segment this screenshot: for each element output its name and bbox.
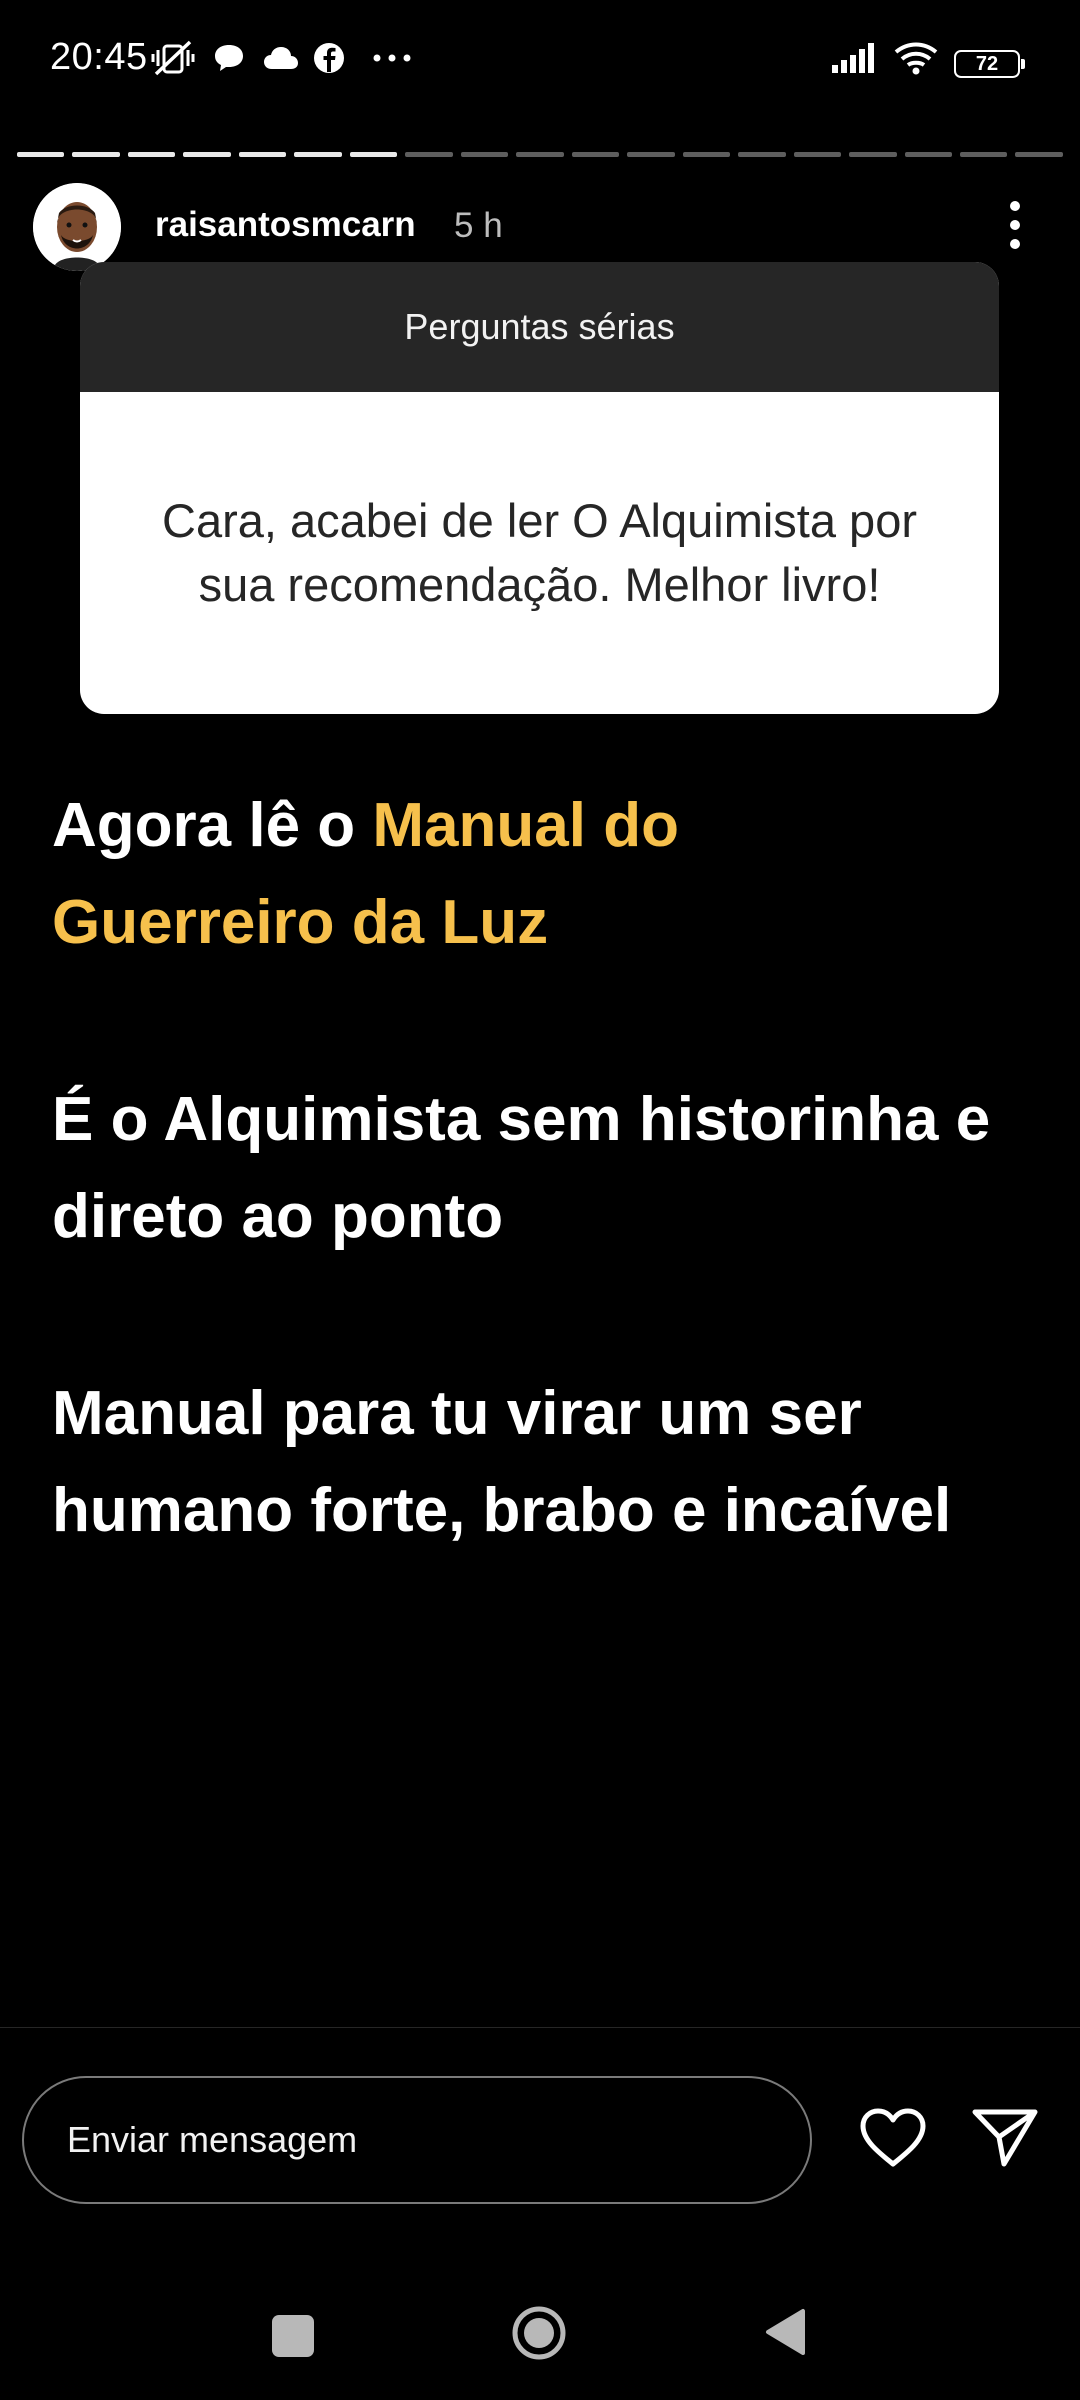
recents-icon[interactable]	[272, 2315, 314, 2357]
signal-icon	[830, 38, 880, 78]
story-progress-segment	[349, 152, 398, 157]
battery-level: 72	[975, 52, 999, 75]
wifi-icon	[892, 38, 940, 78]
home-icon[interactable]	[511, 2305, 567, 2361]
battery-icon: 72	[954, 44, 1025, 84]
cloud-icon	[262, 38, 300, 78]
story-progress-segment	[959, 152, 1008, 157]
story-progress-segment	[738, 152, 786, 157]
story-progress-segment	[571, 152, 620, 157]
story-text-prefix: Agora lê o	[52, 791, 373, 860]
story-progress-segment	[127, 152, 176, 157]
send-paper-plane-icon[interactable]	[970, 2104, 1040, 2170]
story-progress-segment	[516, 152, 564, 157]
status-time: 20:45	[50, 36, 148, 78]
chat-bubble-icon	[212, 38, 246, 78]
back-icon[interactable]	[763, 2307, 807, 2357]
story-time-ago: 5 h	[454, 206, 503, 245]
story-progress-segment	[238, 152, 287, 157]
story-progress-bar	[17, 152, 1063, 157]
more-dots-icon	[372, 38, 412, 78]
story-progress-segment	[17, 152, 65, 157]
facebook-icon	[312, 38, 346, 78]
story-progress-segment	[793, 152, 842, 157]
like-heart-icon[interactable]	[858, 2106, 928, 2170]
avatar[interactable]	[33, 183, 121, 271]
story-progress-segment	[183, 152, 231, 157]
story-progress-segment	[627, 152, 675, 157]
status-bar: 20:45 72	[0, 0, 1080, 130]
send-message-placeholder: Enviar mensagem	[67, 2119, 358, 2160]
story-progress-segment	[682, 152, 731, 157]
story-text-paragraph-2: É o Alquimista sem historinha e direto a…	[52, 1085, 991, 1251]
send-message-input[interactable]: Enviar mensagem	[22, 2076, 812, 2204]
reply-divider	[0, 2027, 1080, 2028]
story-username[interactable]: raisantosmcarn	[155, 205, 416, 245]
story-progress-segment	[904, 152, 952, 157]
story-text-paragraph-3: Manual para tu virar um ser humano forte…	[52, 1379, 952, 1545]
story-progress-segment	[849, 152, 897, 157]
more-options-icon[interactable]	[998, 200, 1032, 250]
question-sticker-text: Cara, acabei de ler O Alquimista por sua…	[162, 494, 917, 611]
story-progress-segment	[1015, 152, 1063, 157]
story-progress-segment	[294, 152, 342, 157]
mute-vibrate-icon	[150, 38, 196, 78]
story-progress-segment	[72, 152, 120, 157]
story-text-paragraph-1: Agora lê o Manual do Guerreiro da Luz	[52, 777, 872, 971]
question-sticker-title: Perguntas sérias	[80, 262, 999, 392]
question-sticker: Perguntas sérias Cara, acabei de ler O A…	[80, 262, 999, 714]
story-progress-segment	[405, 152, 453, 157]
story-progress-segment	[460, 152, 509, 157]
